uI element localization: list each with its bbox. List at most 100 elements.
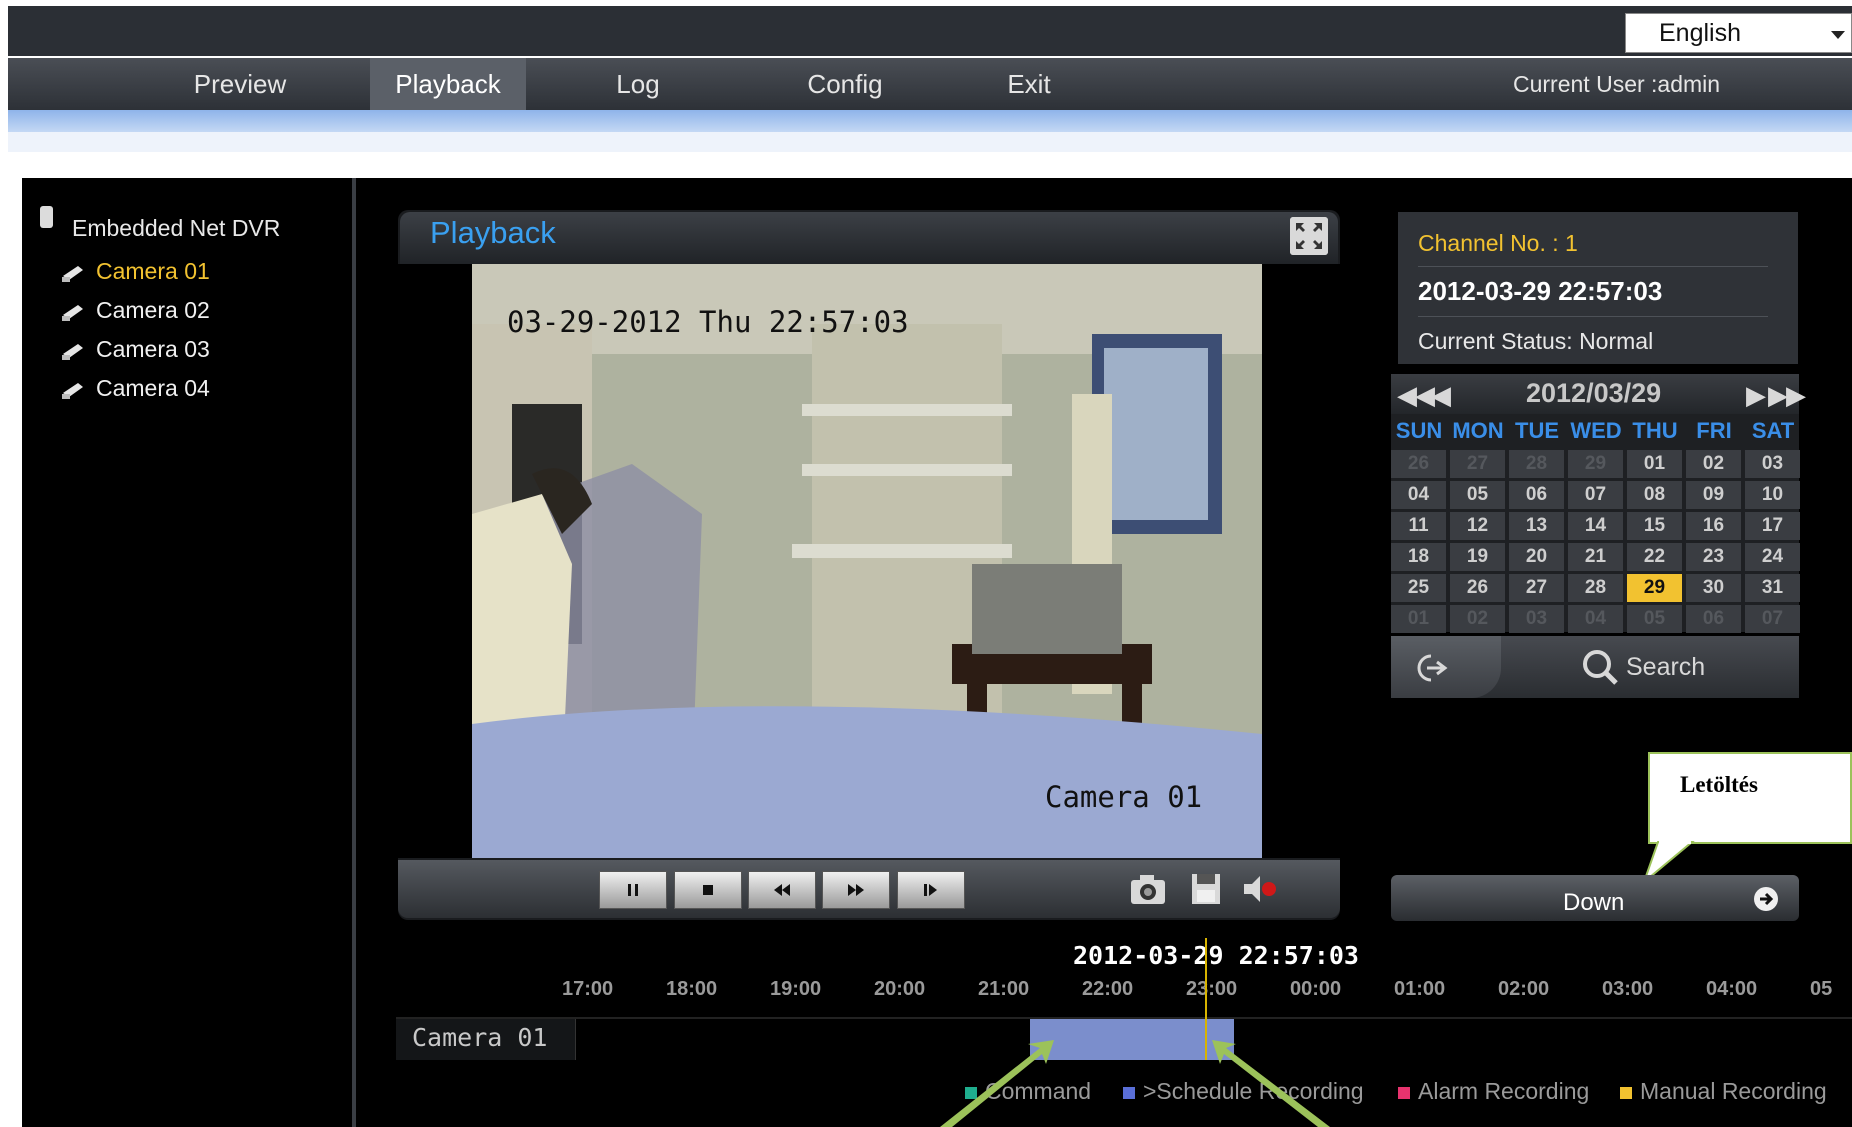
camera-label: Camera 03 bbox=[96, 336, 210, 362]
calendar-day[interactable]: 05 bbox=[1627, 605, 1682, 633]
calendar-day[interactable]: 22 bbox=[1627, 543, 1682, 571]
dvr-web-client: English Preview Playback Log Config Exit… bbox=[0, 0, 1852, 1127]
calendar-day[interactable]: 26 bbox=[1450, 574, 1505, 602]
osd-camera-name: Camera 01 bbox=[1045, 780, 1203, 814]
calendar-day[interactable]: 01 bbox=[1391, 605, 1446, 633]
calendar-day[interactable]: 15 bbox=[1627, 512, 1682, 540]
dow-fri: FRI bbox=[1696, 418, 1732, 443]
nav-playback[interactable]: Playback bbox=[370, 58, 526, 110]
legend-manual: Manual Recording bbox=[1620, 1078, 1827, 1105]
calendar-day[interactable]: 10 bbox=[1745, 481, 1800, 509]
calendar-day[interactable]: 03 bbox=[1745, 450, 1800, 478]
calendar-day[interactable]: 24 bbox=[1745, 543, 1800, 571]
audio-muted-icon[interactable] bbox=[1240, 870, 1280, 908]
save-clip-icon[interactable] bbox=[1186, 870, 1226, 908]
timeline-tick-label: 20:00 bbox=[874, 978, 926, 1000]
top-strip bbox=[8, 6, 1852, 56]
calendar-day[interactable]: 28 bbox=[1509, 450, 1564, 478]
timeline-row-label: Camera 01 bbox=[412, 1023, 548, 1052]
camera-label: Camera 04 bbox=[96, 375, 210, 401]
nav-config[interactable]: Config bbox=[790, 58, 900, 110]
nav-log[interactable]: Log bbox=[593, 58, 683, 110]
dow-sat: SAT bbox=[1751, 418, 1795, 443]
step-frame-button[interactable] bbox=[897, 871, 965, 909]
calendar-day[interactable]: 08 bbox=[1627, 481, 1682, 509]
snapshot-camera-icon[interactable] bbox=[1128, 870, 1168, 908]
search-icon[interactable] bbox=[1580, 648, 1620, 686]
calendar-day[interactable]: 06 bbox=[1509, 481, 1564, 509]
calendar-day[interactable]: 01 bbox=[1627, 450, 1682, 478]
legend-label: Alarm Recording bbox=[1418, 1078, 1590, 1104]
calendar-day[interactable]: 26 bbox=[1391, 450, 1446, 478]
calendar-day[interactable]: 23 bbox=[1686, 543, 1741, 571]
calendar-day[interactable]: 27 bbox=[1509, 574, 1564, 602]
prev-year-icon[interactable]: ◀◀ bbox=[1397, 380, 1435, 411]
calendar-day[interactable]: 29 bbox=[1568, 450, 1623, 478]
camera-icon bbox=[62, 266, 83, 282]
calendar-day[interactable]: 04 bbox=[1568, 605, 1623, 633]
fullscreen-icon[interactable] bbox=[1290, 217, 1328, 255]
callout-text: Letöltés bbox=[1680, 772, 1758, 797]
timeline-tick-label: 01:00 bbox=[1394, 978, 1446, 1000]
prev-month-icon[interactable]: ◀ bbox=[1431, 380, 1451, 411]
calendar-day[interactable]: 07 bbox=[1745, 605, 1800, 633]
camera-label: Camera 02 bbox=[96, 297, 210, 323]
nav-preview[interactable]: Preview bbox=[176, 58, 304, 110]
calendar-day[interactable]: 09 bbox=[1686, 481, 1741, 509]
calendar-day[interactable]: 17 bbox=[1745, 512, 1800, 540]
calendar-day[interactable]: 02 bbox=[1450, 605, 1505, 633]
timeline-current-time: 2012-03-29 22:57:03 bbox=[1073, 941, 1359, 970]
calendar-day[interactable]: 12 bbox=[1450, 512, 1505, 540]
calendar-day[interactable]: 18 bbox=[1391, 543, 1446, 571]
calendar-day[interactable]: 19 bbox=[1450, 543, 1505, 571]
calendar-day[interactable]: 04 bbox=[1391, 481, 1446, 509]
calendar-day[interactable]: 30 bbox=[1686, 574, 1741, 602]
calendar-day[interactable]: 31 bbox=[1745, 574, 1800, 602]
calendar-day[interactable]: 05 bbox=[1450, 481, 1505, 509]
legend-label: Manual Recording bbox=[1640, 1078, 1827, 1104]
dow-wed: WED bbox=[1570, 418, 1622, 443]
calendar-day[interactable]: 03 bbox=[1509, 605, 1564, 633]
timeline-tick-label: 23:00 bbox=[1186, 978, 1238, 1000]
rewind-button[interactable] bbox=[748, 871, 816, 909]
timeline-tick-label: 02:00 bbox=[1498, 978, 1550, 1000]
current-user: Current User :admin bbox=[1513, 71, 1721, 97]
search-button[interactable]: Search bbox=[1626, 653, 1705, 682]
calendar-day[interactable]: 13 bbox=[1509, 512, 1564, 540]
camera-icon bbox=[62, 344, 83, 360]
timeline-tick-label: 19:00 bbox=[770, 978, 822, 1000]
rewind-icon bbox=[774, 884, 790, 896]
fast-forward-button[interactable] bbox=[822, 871, 890, 909]
next-month-icon[interactable]: ▶ bbox=[1746, 380, 1766, 411]
video-frame-image bbox=[472, 264, 1262, 858]
calendar-day[interactable]: 29 bbox=[1627, 574, 1682, 602]
pause-button[interactable] bbox=[599, 871, 667, 909]
calendar-day[interactable]: 25 bbox=[1391, 574, 1446, 602]
device-tree-root[interactable]: Embedded Net DVR bbox=[72, 215, 280, 242]
osd-timestamp: 03-29-2012 Thu 22:57:03 bbox=[507, 305, 909, 339]
camera-label: Camera 01 bbox=[96, 258, 210, 284]
calendar-day[interactable]: 21 bbox=[1568, 543, 1623, 571]
calendar-day[interactable]: 28 bbox=[1568, 574, 1623, 602]
calendar-day[interactable]: 27 bbox=[1450, 450, 1505, 478]
calendar-day[interactable]: 07 bbox=[1568, 481, 1623, 509]
back-arrow-icon bbox=[1417, 654, 1448, 682]
language-select[interactable]: English bbox=[1625, 13, 1852, 53]
player-title: Playback bbox=[430, 215, 556, 250]
calendar-day[interactable]: 14 bbox=[1568, 512, 1623, 540]
download-callout bbox=[1648, 752, 1852, 844]
calendar-day[interactable]: 02 bbox=[1686, 450, 1741, 478]
timeline-tick-label: 21:00 bbox=[978, 978, 1030, 1000]
next-year-icon[interactable]: ▶▶ bbox=[1768, 380, 1806, 411]
calendar-day[interactable]: 20 bbox=[1509, 543, 1564, 571]
nav-exit[interactable]: Exit bbox=[984, 58, 1074, 110]
stop-button[interactable] bbox=[674, 871, 742, 909]
pause-icon bbox=[628, 884, 638, 896]
info-divider bbox=[1418, 266, 1768, 267]
header-accent-bar bbox=[8, 110, 1852, 132]
legend-swatch bbox=[1620, 1086, 1632, 1099]
calendar-day[interactable]: 06 bbox=[1686, 605, 1741, 633]
calendar-day[interactable]: 11 bbox=[1391, 512, 1446, 540]
dow-mon: MON bbox=[1452, 418, 1504, 443]
calendar-day[interactable]: 16 bbox=[1686, 512, 1741, 540]
